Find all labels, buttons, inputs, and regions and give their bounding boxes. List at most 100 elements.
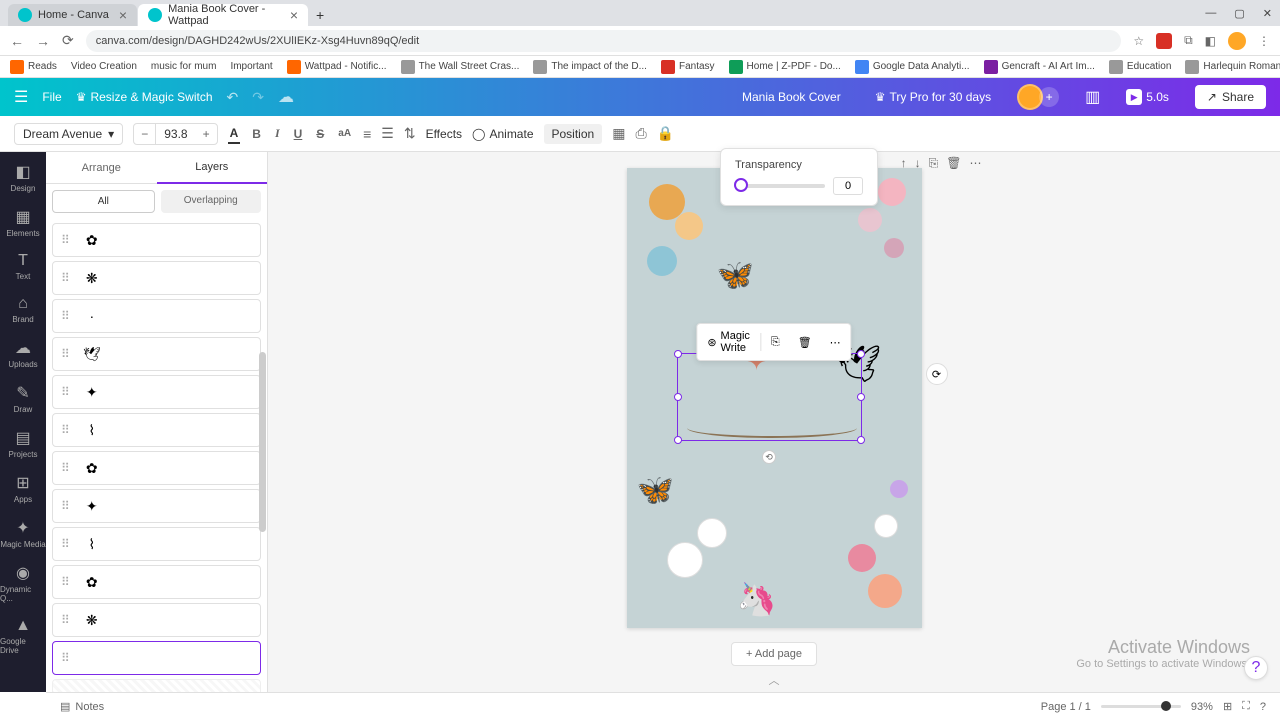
drag-handle-icon[interactable]: ⠿ <box>61 613 70 627</box>
try-pro-button[interactable]: ♛Try Pro for 30 days <box>875 90 991 104</box>
resize-handle[interactable] <box>674 436 682 444</box>
layer-item[interactable]: ⠿✿ <box>52 223 261 257</box>
magic-write-button[interactable]: ⊛Magic Write <box>699 326 758 358</box>
drag-handle-icon[interactable]: ⠿ <box>61 537 70 551</box>
bookmark-item[interactable]: Fantasy <box>661 60 715 74</box>
transparency-button[interactable]: ▦ <box>612 125 625 142</box>
rail-design[interactable]: ◧Design <box>0 156 46 199</box>
bookmark-item[interactable]: The Wall Street Cras... <box>401 60 520 74</box>
position-button[interactable]: Position <box>544 124 603 144</box>
bookmark-item[interactable]: The impact of the D... <box>533 60 647 74</box>
drag-handle-icon[interactable]: ⠿ <box>61 385 70 399</box>
layer-item[interactable]: ⠿✿ <box>52 565 261 599</box>
file-menu[interactable]: File <box>42 90 61 104</box>
delete-page-icon[interactable]: 🗑 <box>946 156 961 171</box>
font-size-input[interactable]: 93.8 <box>156 124 195 144</box>
star-icon[interactable]: ☆ <box>1133 34 1144 48</box>
rotate-handle[interactable]: ⟲ <box>762 450 776 464</box>
rail-brand[interactable]: ⌂Brand <box>0 289 46 330</box>
cloud-sync-icon[interactable]: ☁ <box>278 87 294 107</box>
drag-handle-icon[interactable]: ⠿ <box>61 499 70 513</box>
resize-button[interactable]: ♛Resize & Magic Switch <box>76 90 213 104</box>
layer-item[interactable]: ⠿⌇ <box>52 413 261 447</box>
lock-button[interactable]: 🔒 <box>657 125 674 142</box>
text-color-button[interactable]: A <box>228 124 241 144</box>
layers-list[interactable]: ⠿✿ ⠿❋ ⠿· ⠿🕊 ⠿✦ ⠿⌇ ⠿✿ ⠿✦ ⠿⌇ ⠿✿ ⠿❋ ⠿ <box>46 219 267 692</box>
layer-item[interactable]: ⠿❋ <box>52 603 261 637</box>
notes-button[interactable]: ▤Notes <box>60 700 104 713</box>
document-title[interactable]: Mania Book Cover <box>742 90 841 104</box>
layer-item[interactable]: ⠿· <box>52 299 261 333</box>
drag-handle-icon[interactable]: ⠿ <box>61 309 70 323</box>
grid-view-icon[interactable]: ⊞ <box>1223 700 1232 713</box>
bookmark-item[interactable]: Important <box>230 61 272 72</box>
font-size-increase[interactable]: + <box>196 124 217 144</box>
share-button[interactable]: ↗Share <box>1195 85 1266 109</box>
profile-avatar[interactable] <box>1228 32 1246 50</box>
layer-item[interactable]: ⠿🕊 <box>52 337 261 371</box>
layer-item-selected[interactable]: ⠿ <box>52 641 261 675</box>
bookmark-item[interactable]: Home | Z-PDF - Do... <box>729 60 841 74</box>
tabs-icon[interactable]: ◧ <box>1205 34 1216 48</box>
delete-button[interactable]: 🗑 <box>790 332 820 353</box>
url-input[interactable]: canva.com/design/DAGHD242wUs/2XUlIEKz-Xs… <box>86 30 1122 52</box>
spacing-button[interactable]: ⇅ <box>404 125 416 142</box>
rail-google-drive[interactable]: ▲Google Drive <box>0 611 46 661</box>
zoom-level[interactable]: 93% <box>1191 701 1213 713</box>
zoom-handle[interactable] <box>1161 701 1171 711</box>
more-icon[interactable]: ⋯ <box>970 156 982 171</box>
font-size-decrease[interactable]: − <box>134 124 156 144</box>
layer-item[interactable]: ⠿❋ <box>52 261 261 295</box>
reload-button[interactable]: ⟳ <box>62 32 74 49</box>
menu-icon[interactable]: ⋮ <box>1258 34 1270 48</box>
layer-item[interactable]: ⠿✿ <box>52 451 261 485</box>
bold-button[interactable]: B <box>250 125 263 143</box>
add-page-button[interactable]: + Add page <box>731 642 817 666</box>
extensions-icon[interactable]: ⧉ <box>1184 33 1193 48</box>
rail-dynamic-qr[interactable]: ◉Dynamic Q... <box>0 557 46 609</box>
close-icon[interactable]: × <box>119 7 127 23</box>
drag-handle-icon[interactable]: ⠿ <box>61 423 70 437</box>
align-button[interactable]: ≡ <box>363 126 371 142</box>
undo-button[interactable]: ↶ <box>227 89 239 106</box>
hamburger-icon[interactable]: ☰ <box>14 87 28 107</box>
arrange-tab[interactable]: Arrange <box>46 152 157 184</box>
drag-handle-icon[interactable]: ⠿ <box>61 233 70 247</box>
new-tab-button[interactable]: + <box>309 4 331 26</box>
minimize-icon[interactable]: — <box>1205 7 1216 20</box>
resize-handle[interactable] <box>674 393 682 401</box>
slider-handle[interactable] <box>734 178 748 192</box>
resize-handle[interactable] <box>857 350 865 358</box>
transparency-slider[interactable] <box>735 184 825 188</box>
bookmark-item[interactable]: Google Data Analyti... <box>855 60 970 74</box>
selection-box[interactable]: ⟲ <box>677 353 862 441</box>
bookmark-item[interactable]: Video Creation <box>71 61 137 72</box>
resize-handle[interactable] <box>674 350 682 358</box>
letter-case-button[interactable]: aA <box>336 126 353 141</box>
font-selector[interactable]: Dream Avenue▾ <box>14 123 123 145</box>
zoom-slider[interactable] <box>1101 705 1181 708</box>
close-icon[interactable]: × <box>290 7 298 23</box>
resize-handle[interactable] <box>857 436 865 444</box>
rail-magic-media[interactable]: ✦Magic Media <box>0 512 46 555</box>
browser-tab-active[interactable]: Mania Book Cover - Wattpad × <box>138 4 308 26</box>
page-chevron-up-icon[interactable]: ︿ <box>769 672 780 688</box>
duplicate-page-icon[interactable]: ⎘ <box>929 156 939 171</box>
rail-text[interactable]: TText <box>0 246 46 287</box>
filter-all[interactable]: All <box>52 190 155 213</box>
rail-apps[interactable]: ⊞Apps <box>0 467 46 510</box>
bookmark-item[interactable]: Gencraft - AI Art Im... <box>984 60 1095 74</box>
drag-handle-icon[interactable]: ⠿ <box>61 575 70 589</box>
list-button[interactable]: ☰ <box>381 125 394 142</box>
filter-overlapping[interactable]: Overlapping <box>161 190 262 213</box>
layer-item[interactable]: ⠿✦ <box>52 375 261 409</box>
fullscreen-icon[interactable]: ⛶ <box>1242 700 1250 713</box>
forward-button[interactable]: → <box>36 33 50 49</box>
drag-handle-icon[interactable]: ⠿ <box>61 461 70 475</box>
canvas-area[interactable]: ↑ ↓ ⎘ 🗑 ⋯ 🦋 🦋 <box>268 152 1280 692</box>
bookmark-item[interactable]: Harlequin Romanc... <box>1185 60 1280 74</box>
scrollbar[interactable] <box>259 352 266 532</box>
rail-elements[interactable]: ▦Elements <box>0 201 46 244</box>
more-options-button[interactable]: ⋯ <box>822 332 849 353</box>
underline-button[interactable]: U <box>292 125 305 143</box>
